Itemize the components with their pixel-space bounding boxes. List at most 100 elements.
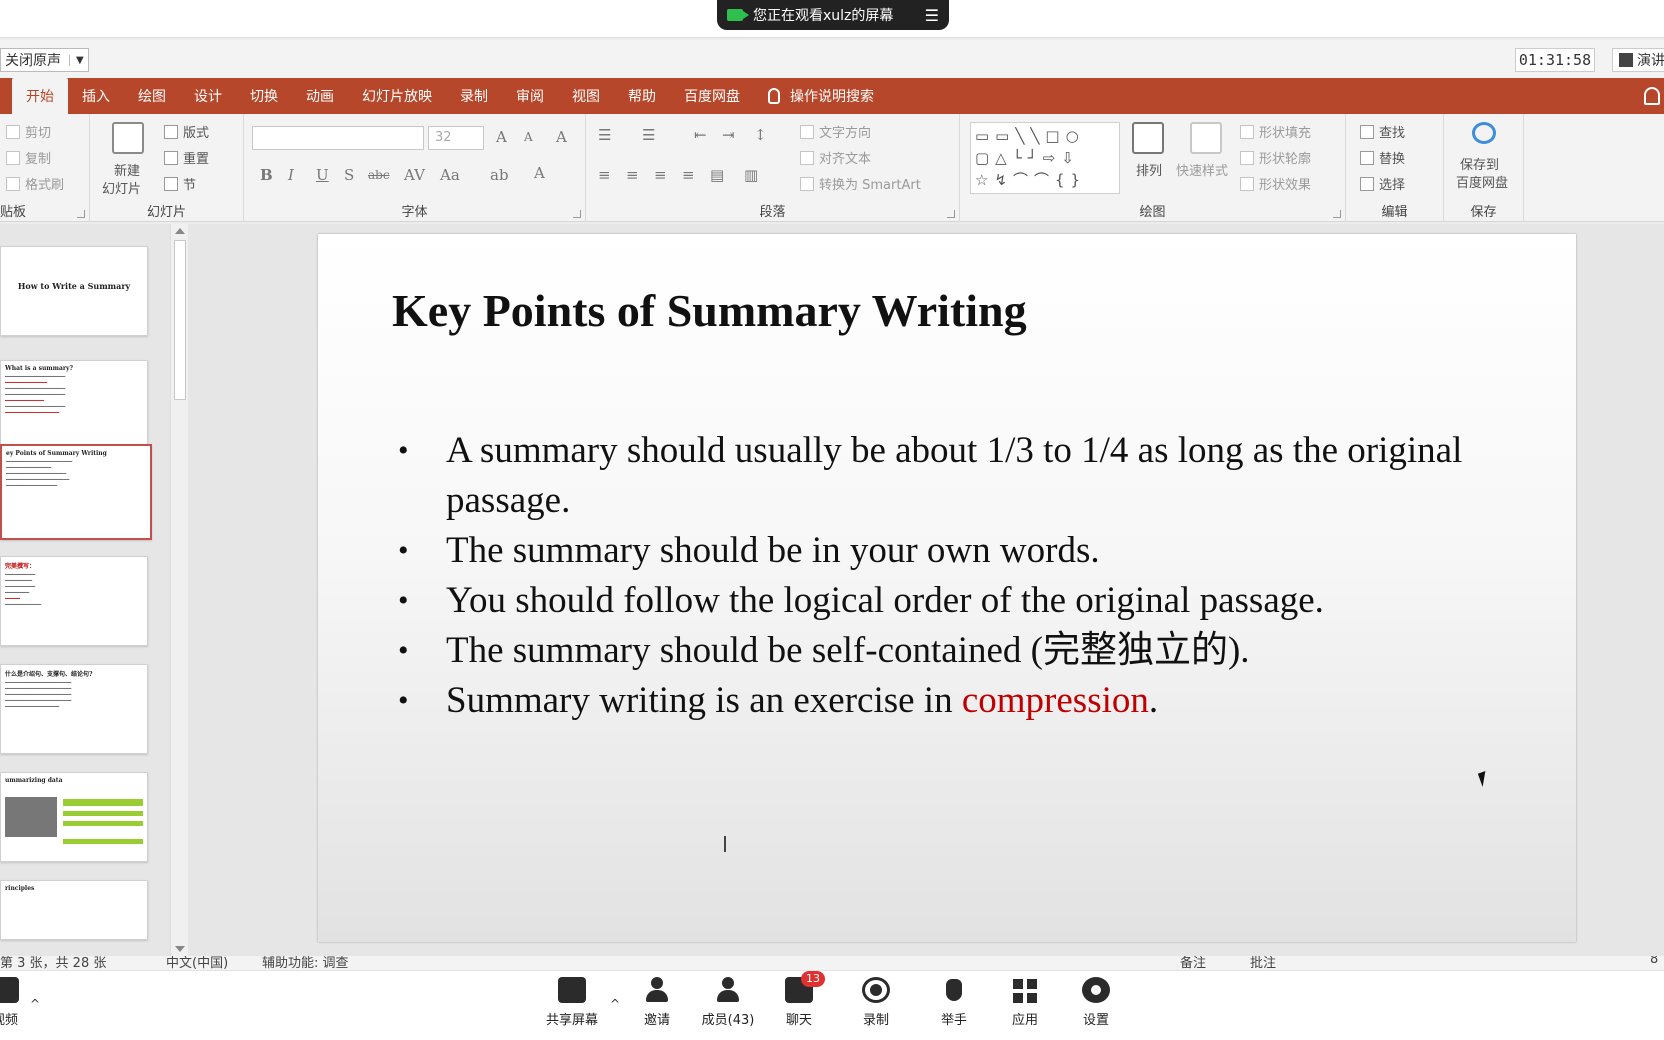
text-direction-button[interactable]: 文字方向 [800,122,871,141]
dialog-launcher-icon[interactable] [573,210,581,218]
tab-design[interactable]: 设计 [180,78,236,114]
align-text-button[interactable]: 对齐文本 [800,148,871,167]
chevron-up-icon[interactable]: ^ [30,997,40,1011]
section-button[interactable]: 节 [164,174,196,193]
chat-button[interactable]: 13 聊天 [764,971,834,1037]
members-button[interactable]: 成员(43) [693,977,763,1037]
strikethrough-icon[interactable]: abc [368,168,390,182]
layout-button[interactable]: 版式 [164,122,209,141]
tab-view[interactable]: 视图 [558,78,614,114]
scroll-thumb[interactable] [174,240,186,400]
arrange-icon[interactable] [1132,122,1164,154]
chevron-up-icon[interactable]: ^ [610,997,620,1011]
change-case-icon[interactable]: Aa [440,166,460,184]
tab-slideshow[interactable]: 幻灯片放映 [348,78,446,114]
tab-insert[interactable]: 插入 [68,78,124,114]
underline-icon[interactable]: U [316,166,329,184]
current-slide[interactable]: Key Points of Summary Writing A summary … [318,234,1576,942]
zoom-level[interactable]: 8 [1650,956,1658,967]
invite-button[interactable]: 邀请 [622,977,692,1037]
slide-thumbnail-3[interactable]: ey Points of Summary Writing ━━━━━━━━━━━… [0,444,152,540]
screen-share-banner[interactable]: 您正在观看xulz的屏幕 ☰ [717,0,949,30]
tab-draw[interactable]: 绘图 [124,78,180,114]
account-icon[interactable] [1644,87,1660,105]
accessibility[interactable]: 辅助功能: 调查 [262,956,349,970]
font-color-icon[interactable]: A [534,164,545,182]
quick-styles-icon[interactable] [1190,122,1222,154]
line-spacing-icon[interactable]: ↕ [754,126,767,144]
replace-button[interactable]: 替换 [1360,148,1405,167]
align-right-icon[interactable]: ≡ [654,166,667,184]
font-size-input[interactable]: 32 [428,126,484,150]
shape-effects-button[interactable]: 形状效果 [1240,174,1311,193]
slide-thumbnail-5[interactable]: 什么是介绍句、支撑句、结论句? ━━━━━━━━━━━━━━━━━━━━━━ ━… [0,664,148,754]
cut-button[interactable]: 剪切 [6,122,51,141]
dialog-launcher-icon[interactable] [947,210,955,218]
align-center-icon[interactable]: ≡ [626,166,639,184]
clear-format-icon[interactable]: A [556,128,567,146]
slide-thumbnail-2[interactable]: What is a summary? ━━━━━━━━━━━━━━━━━━━━ … [0,360,148,450]
quick-styles-label[interactable]: 快速样式 [1176,160,1228,179]
chevron-down-icon[interactable]: ▼ [69,54,84,66]
tab-help[interactable]: 帮助 [614,78,670,114]
smartart-button[interactable]: 转换为 SmartArt [800,174,921,193]
slide-thumbnail-4[interactable]: 完美撰写： ━━━━━━━━━━ ━━━━━━━━━ ━━━━━━━━━━ ━━… [0,556,148,646]
present-button[interactable]: 演讲 [1612,48,1664,72]
increase-indent-icon[interactable]: ⇥ [722,126,735,144]
new-slide-label-2[interactable]: 幻灯片 [102,178,141,197]
shape-fill-button[interactable]: 形状填充 [1240,122,1311,141]
shapes-gallery[interactable]: ▭▭╲╲□○ ▢△└┘⇨⇩ ☆↯⌒⌒{} [970,122,1120,194]
tell-me-search[interactable]: 操作说明搜索 [754,78,888,114]
slide-bullet-list[interactable]: A summary should usually be about 1/3 to… [398,426,1548,726]
baidu-label[interactable]: 百度网盘 [1456,172,1508,191]
numbering-icon[interactable]: ☰ [642,126,655,144]
decrease-indent-icon[interactable]: ⇤ [694,126,707,144]
comments-button[interactable]: 批注 [1250,956,1276,970]
menu-icon[interactable]: ☰ [925,6,939,25]
record-button[interactable]: 录制 [841,977,911,1037]
highlight-icon[interactable]: ab [490,166,509,184]
tab-record[interactable]: 录制 [446,78,502,114]
notes-button[interactable]: 备注 [1180,956,1206,970]
format-painter-button[interactable]: 格式刷 [6,174,64,193]
bullets-icon[interactable]: ☰ [598,126,611,144]
align-left-icon[interactable]: ≡ [598,166,611,184]
columns-icon[interactable]: ▥ [744,166,758,184]
font-name-input[interactable] [252,126,424,150]
shrink-font-icon[interactable]: A [524,130,533,144]
slide-thumbnail-6[interactable]: ummarizing data [0,772,148,862]
language[interactable]: 中文(中国) [166,956,228,970]
close-audio-button[interactable]: 关闭原声 ▼ [0,48,89,72]
reset-button[interactable]: 重置 [164,148,209,167]
shadow-icon[interactable]: S [344,166,354,184]
tab-review[interactable]: 审阅 [502,78,558,114]
dialog-launcher-icon[interactable] [77,210,85,218]
scroll-down-icon[interactable] [175,946,185,952]
slide-thumbnail-1[interactable]: How to Write a Summary [0,246,148,336]
bold-icon[interactable]: B [260,166,273,184]
apps-button[interactable]: 应用 [990,977,1060,1037]
scroll-up-icon[interactable] [175,228,185,234]
settings-button[interactable]: 设置 [1061,977,1131,1037]
shape-outline-button[interactable]: 形状轮廓 [1240,148,1311,167]
tab-baidu[interactable]: 百度网盘 [670,78,754,114]
char-spacing-icon[interactable]: AV [404,166,425,184]
slide-thumbnail-7[interactable]: rinciples [0,880,148,940]
share-screen-button[interactable]: 共享屏幕 [537,977,607,1037]
tab-home[interactable]: 开始 [12,78,68,114]
copy-button[interactable]: 复制 [6,148,51,167]
new-slide-label[interactable]: 新建 [114,160,140,179]
select-button[interactable]: 选择 [1360,174,1405,193]
justify-icon[interactable]: ≡ [682,166,695,184]
grow-font-icon[interactable]: A [496,128,507,146]
distributed-icon[interactable]: ▤ [710,166,724,184]
thumbnails-scrollbar[interactable] [170,224,188,956]
find-button[interactable]: 查找 [1360,122,1405,141]
tab-animations[interactable]: 动画 [292,78,348,114]
slide-title[interactable]: Key Points of Summary Writing [392,284,1027,337]
italic-icon[interactable]: I [288,166,294,184]
raise-hand-button[interactable]: 举手 [919,977,989,1037]
arrange-label[interactable]: 排列 [1136,160,1162,179]
save-to-label[interactable]: 保存到 [1460,154,1499,173]
dialog-launcher-icon[interactable] [1333,210,1341,218]
